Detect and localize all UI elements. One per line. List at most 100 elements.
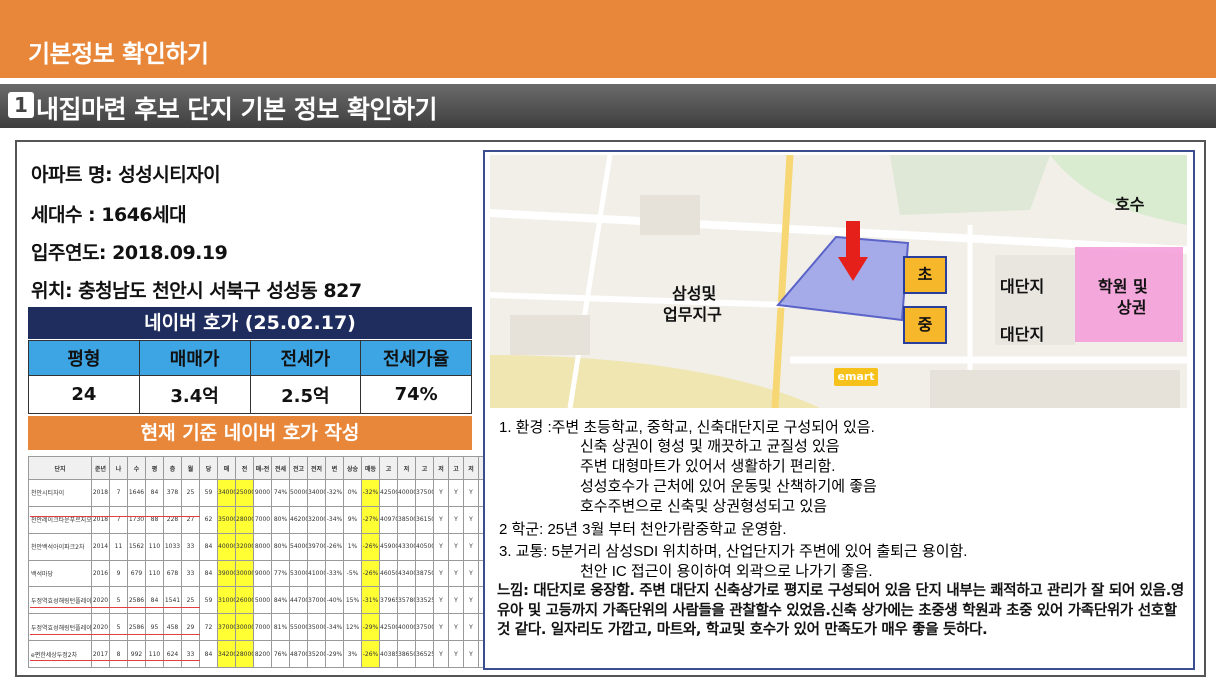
sheet-cell: 992 [127,640,146,668]
sheet-cell: 32000 [307,505,326,534]
sheet-header-cell: 저 [397,456,416,480]
sheet-cell: 35000 [307,613,326,642]
sheet-cell: Y [448,559,464,588]
sheet-header-cell: 매 [217,456,236,480]
sheet-header-cell: 고 [379,456,398,480]
sheet-cell: 59 [199,586,218,615]
sheet-cell: 2017 [91,640,110,668]
sheet-cell: 40000 [217,532,236,561]
sheet-cell: Y [433,586,449,615]
emart-logo: emart [834,368,878,386]
note-transport-2: 천안 IC 접근이 용이하여 외곽으로 나가기 좋음. [580,563,873,580]
sheet-cell: 55000 [289,613,308,642]
sheet-cell: 36525 [415,640,434,668]
sheet-cell: 32000 [235,532,254,561]
page-title: 기본정보 확인하기 [28,40,209,68]
sheet-cell: 2018 [91,505,110,534]
sheet-cell: 1646 [127,479,146,507]
sheet-row: 천안시티자이 2018 7 1646 84 378 25 59 34000 25000 9000 74… [28,479,494,507]
sheet-cell: Y [433,479,449,507]
sheet-cell: 46200 [289,505,308,534]
sheet-cell: 8200 [253,640,272,668]
sheet-cell: 35780 [397,586,416,615]
sheet-cell: 54000 [289,532,308,561]
sheet-cell: 34000 [217,479,236,507]
sheet-cell: 25000 [235,479,254,507]
sheet-cell: 53000 [289,559,308,588]
note-environment-2: 신축 상권이 형성 및 깨끗하고 균질성 있음 [580,438,840,455]
sheet-cell: 33 [181,640,200,668]
sheet-header-cell: 층 [163,456,182,480]
sheet-cell: -5% [343,559,362,588]
header-jeonse-ratio: 전세가율 [360,340,472,376]
sheet-cell: 74% [271,479,290,507]
sheet-cell: 77% [271,559,290,588]
sheet-cell: 2586 [127,613,146,642]
sheet-cell: 28000 [235,505,254,534]
sheet-header-cell: 저 [433,456,449,480]
sheet-cell: -34% [325,613,344,642]
map-label-business-district: 업무지구 [663,305,722,324]
sheet-cell: 1541 [163,586,182,615]
sheet-cell: Y [433,640,449,668]
sheet-cell: 50000 [289,479,308,507]
sheet-cell: 7 [109,505,128,534]
sheet-cell: 38500 [397,505,416,534]
sheet-row: 두정역효성해링턴플레이스 2020 5 2586 95 458 29 72 37000 30000… [28,613,494,642]
sheet-cell: 7 [109,479,128,507]
sheet-cell: -26% [325,532,344,561]
sheet-header-cell: 매-전 [253,456,272,480]
sheet-cell: 27 [181,505,200,534]
sheet-cell: 80% [271,505,290,534]
value-sale: 3.4억 [138,375,251,414]
sheet-cell: Y [448,505,464,534]
value-jeonse: 2.5억 [249,375,362,414]
sheet-cell: Y [463,559,479,588]
sheet-cell: 37000 [307,586,326,615]
sheet-row: 백석마당 2016 9 679 110 678 33 84 39000 30000 9000 77% 5… [28,559,494,588]
sheet-cell: 37500 [415,613,434,642]
sheet-cell: 458 [163,613,182,642]
sheet-cell: 44700 [289,586,308,615]
sheet-cell: 76% [271,640,290,668]
sheet-cell: 34200 [217,640,236,668]
sheet-cell: -26% [361,559,380,588]
sheet-cell: 28000 [235,640,254,668]
sheet-cell: -40% [325,586,344,615]
sheet-cell: 40000 [397,613,416,642]
sheet-cell: 72 [199,613,218,642]
sheet-cell: 80% [271,532,290,561]
sheet-cell: 26000 [235,586,254,615]
sheet-cell: -29% [325,640,344,668]
sheet-cell: 40970 [379,505,398,534]
sheet-cell: 3% [343,640,362,668]
sheet-header-cell: 매등 [361,456,380,480]
sheet-cell: 48700 [289,640,308,668]
sheet-cell: 12% [343,613,362,642]
note-environment-3: 주변 대형마트가 있어서 생활하기 편리함. [580,458,836,475]
sheet-cell: 45900 [379,532,398,561]
sheet-cell: 378 [163,479,182,507]
sheet-cell: 2020 [91,613,110,642]
sheet-cell: 37965 [379,586,398,615]
sheet-cell: 38650 [397,640,416,668]
sheet-cell: 679 [127,559,146,588]
sheet-cell: 39000 [217,559,236,588]
value-pyeong: 24 [28,375,140,414]
sheet-cell: 84 [199,640,218,668]
sheet-cell: Y [463,613,479,642]
middle-school-badge: 중 [903,306,947,344]
sheet-cell: Y [463,640,479,668]
sheet-cell: 2014 [91,532,110,561]
sheet-cell: 33525 [415,586,434,615]
note-school: 2 학군: 25년 3월 부터 천안가람중학교 운영함. [499,521,787,538]
sheet-cell: 41000 [307,559,326,588]
comparison-spreadsheet: 단지준년나수평층월당매전매-전전세전고전저변상승매등고저고저고저고천안시티자이2… [28,456,494,668]
sheet-cell: 두정역효성해링턴플레이스 [28,613,92,642]
map-label-complex-south: 대단지 [1000,325,1045,344]
sheet-cell: 40385 [379,640,398,668]
sheet-cell: 8 [109,640,128,668]
sheet-cell: -33% [325,559,344,588]
sheet-cell: -26% [361,640,380,668]
value-jeonse-ratio: 74% [360,375,472,414]
